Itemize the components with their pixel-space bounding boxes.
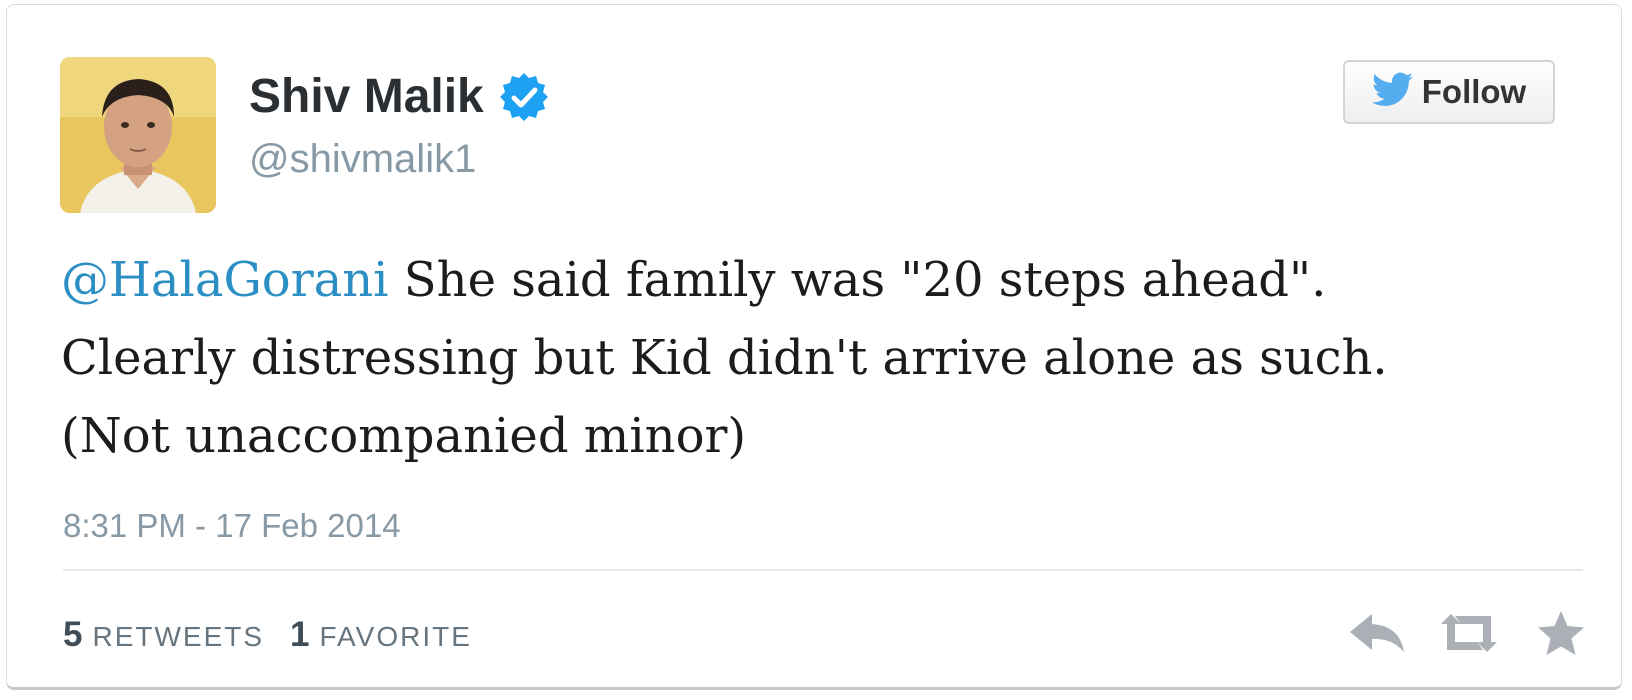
- retweet-icon: [1437, 612, 1501, 659]
- tweet-card: Shiv Malik @shivmalik1 Follow @HalaGoran…: [6, 4, 1622, 690]
- divider: [63, 569, 1583, 571]
- twitter-bird-icon: [1371, 72, 1414, 113]
- favorite-icon: [1536, 609, 1586, 662]
- favorites-label[interactable]: FAVORITE: [320, 621, 472, 653]
- tweet-text-line-2: Clearly distressing but Kid didn't arriv…: [61, 330, 1388, 386]
- follow-button[interactable]: Follow: [1343, 60, 1555, 124]
- retweet-button[interactable]: [1439, 611, 1499, 659]
- reply-button[interactable]: [1347, 611, 1407, 659]
- tweet-actions: [1347, 609, 1591, 662]
- follow-label: Follow: [1421, 73, 1527, 110]
- tweet-text-line-1: She said family was "20 steps ahead".: [388, 252, 1327, 308]
- favorites-count[interactable]: 1: [290, 615, 309, 655]
- author-name-row[interactable]: Shiv Malik: [249, 69, 550, 124]
- tweet-stats: 5 RETWEETS 1 FAVORITE: [63, 615, 472, 655]
- reply-icon: [1348, 612, 1406, 659]
- retweets-count[interactable]: 5: [63, 615, 82, 655]
- favorite-button[interactable]: [1531, 609, 1591, 662]
- retweets-label[interactable]: RETWEETS: [92, 621, 264, 653]
- avatar[interactable]: [60, 57, 216, 213]
- mention-link[interactable]: @HalaGorani: [61, 252, 389, 308]
- verified-badge-icon: [498, 71, 550, 123]
- tweet-timestamp[interactable]: 8:31 PM - 17 Feb 2014: [63, 507, 401, 545]
- avatar-photo: [60, 57, 216, 213]
- tweet-text: @HalaGorani She said family was "20 step…: [61, 241, 1561, 475]
- author-display-name[interactable]: Shiv Malik: [249, 69, 484, 124]
- author-handle[interactable]: @shivmalik1: [249, 137, 476, 182]
- tweet-text-line-3: (Not unaccompanied minor): [61, 408, 747, 464]
